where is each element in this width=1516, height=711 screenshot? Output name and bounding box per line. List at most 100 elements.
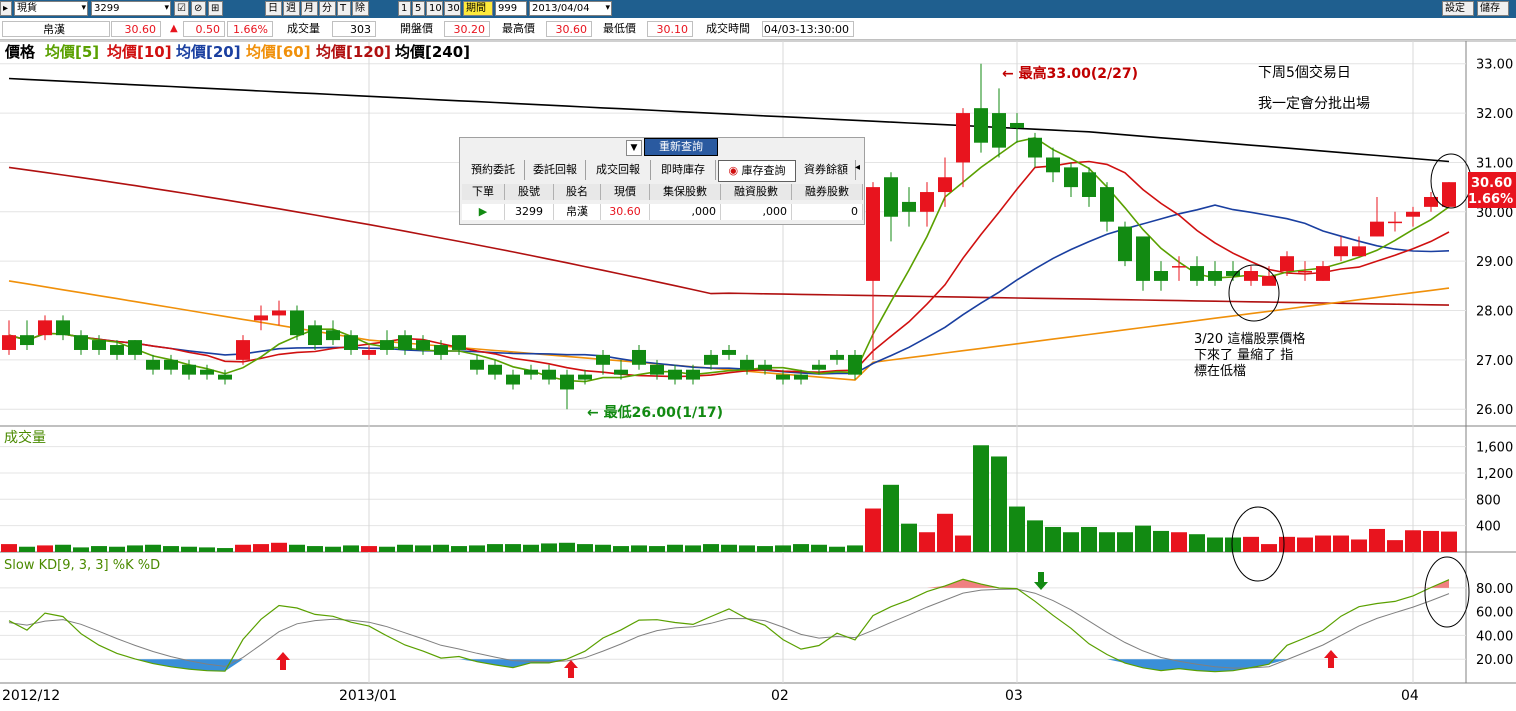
- tab-inventory-query[interactable]: ◉ 庫存查詢: [718, 160, 796, 182]
- volume-bar: [1189, 534, 1205, 552]
- candle-body: [1298, 271, 1312, 273]
- volume-bar: [199, 547, 215, 552]
- price-panel-title: 價格: [4, 43, 36, 61]
- candle-body: [992, 113, 1006, 148]
- volume-bar: [955, 535, 971, 552]
- row-price: 30.60: [601, 204, 650, 220]
- candle-body: [164, 359, 178, 370]
- candle-body: [1028, 137, 1042, 158]
- volume-panel-title: 成交量: [4, 429, 46, 446]
- candle-body: [1136, 236, 1150, 281]
- candle-body: [920, 192, 934, 212]
- volume-bar: [1153, 530, 1169, 552]
- requery-button[interactable]: 重新查詢: [644, 138, 718, 156]
- volume-bar: [883, 484, 899, 552]
- volume-bar: [577, 544, 593, 552]
- price-tick-label: 30.00: [1476, 206, 1513, 221]
- volume-bar: [901, 523, 917, 552]
- candle-body: [1118, 226, 1132, 262]
- col-margin: 融資股數: [721, 184, 792, 200]
- panel-dropdown-icon[interactable]: ▼: [626, 140, 642, 156]
- note-next-week: 下周5個交易日: [1258, 64, 1351, 81]
- tab-margin-balance[interactable]: 資券餘額: [797, 160, 856, 180]
- candle-body: [1406, 211, 1420, 217]
- tab-scroll-icon[interactable]: ◂: [855, 162, 860, 173]
- note-0320-line1: 3/20 這檔股票價格: [1194, 331, 1305, 347]
- volume-bar: [1387, 540, 1403, 552]
- candle-body: [614, 369, 628, 375]
- kd-lines: [8, 578, 1450, 673]
- x-axis-label: 2013/01: [339, 688, 397, 704]
- volume-tick-label: 400: [1476, 520, 1501, 535]
- volume-tick-label: 1,600: [1476, 441, 1513, 456]
- volume-bar: [649, 546, 665, 552]
- kd-tick-label: 60.00: [1476, 606, 1513, 621]
- candle-body: [236, 340, 250, 360]
- volume-bar: [1063, 532, 1079, 552]
- col-price: 現價: [601, 184, 650, 200]
- legend-ma20: 均價[20]: [176, 43, 241, 61]
- volume-bar: [73, 547, 89, 552]
- volume-bar: [1333, 535, 1349, 552]
- candle-body: [488, 364, 502, 375]
- volume-bar: [1117, 532, 1133, 552]
- volume-bar: [541, 543, 557, 552]
- row-custody: ,000: [650, 204, 721, 220]
- candle-body: [1352, 246, 1366, 257]
- volume-bar: [1369, 528, 1385, 552]
- candle-body: [1046, 157, 1060, 173]
- volume-bar: [919, 532, 935, 552]
- candle-body: [848, 354, 862, 375]
- candle-body: [506, 374, 520, 385]
- tab-order-report[interactable]: 委託回報: [525, 160, 586, 180]
- price-tag-price: 30.60: [1471, 176, 1512, 191]
- stock-chart: 33.00 32.00 31.00 30.00 29.00 28.00 27.00 26.00…: [0, 40, 1516, 704]
- volume-bar: [631, 545, 647, 552]
- price-tick-label: 31.00: [1476, 156, 1513, 171]
- price-tag-pct: 1.66%: [1468, 192, 1513, 207]
- candle-body: [308, 325, 322, 346]
- candle-body: [668, 369, 682, 380]
- note-exit-plan: 我一定會分批出場: [1258, 96, 1370, 112]
- radio-icon: ◉: [728, 164, 742, 177]
- note-0320-line2: 下來了 量縮了 指: [1194, 347, 1293, 363]
- volume-bar: [793, 544, 809, 552]
- candle-body: [1442, 182, 1456, 207]
- candle-body: [2, 335, 16, 350]
- candle-body: [56, 320, 70, 336]
- volume-bar: [253, 544, 269, 552]
- tab-reserved-orders[interactable]: 預約委託: [462, 160, 525, 180]
- order-play-icon[interactable]: ▶: [462, 204, 505, 220]
- note-0320-line3: 標在低檔: [1194, 364, 1246, 379]
- volume-bar: [559, 542, 575, 552]
- candle-body: [380, 340, 394, 350]
- volume-bars: [1, 445, 1457, 552]
- candle-body: [758, 364, 772, 370]
- kd-k-line: [8, 578, 1450, 673]
- candle-body: [1100, 187, 1114, 222]
- candle-body: [650, 364, 664, 375]
- tab-live-inventory[interactable]: 即時庫存: [651, 160, 716, 180]
- col-custody: 集保股數: [650, 184, 721, 200]
- candle-body: [632, 349, 646, 365]
- col-code: 股號: [505, 184, 554, 200]
- volume-bar: [865, 508, 881, 552]
- candle-body: [812, 364, 826, 370]
- price-tick-label: 33.00: [1476, 58, 1513, 73]
- price-tick-label: 26.00: [1476, 403, 1513, 418]
- volume-bar: [1351, 539, 1367, 552]
- volume-bar: [163, 546, 179, 552]
- candle-body: [722, 349, 736, 355]
- kd-oversold-area: [1215, 659, 1233, 672]
- candle-body: [830, 354, 844, 360]
- candle-body: [1154, 271, 1168, 281]
- candle-body: [272, 310, 286, 316]
- candle-body: [1244, 271, 1258, 281]
- candle-body: [1208, 271, 1222, 281]
- volume-bar: [523, 544, 539, 552]
- volume-bar: [361, 546, 377, 552]
- tab-trade-report[interactable]: 成交回報: [586, 160, 651, 180]
- candle-body: [1172, 266, 1186, 268]
- candle-body: [182, 364, 196, 375]
- candle-body: [560, 374, 574, 390]
